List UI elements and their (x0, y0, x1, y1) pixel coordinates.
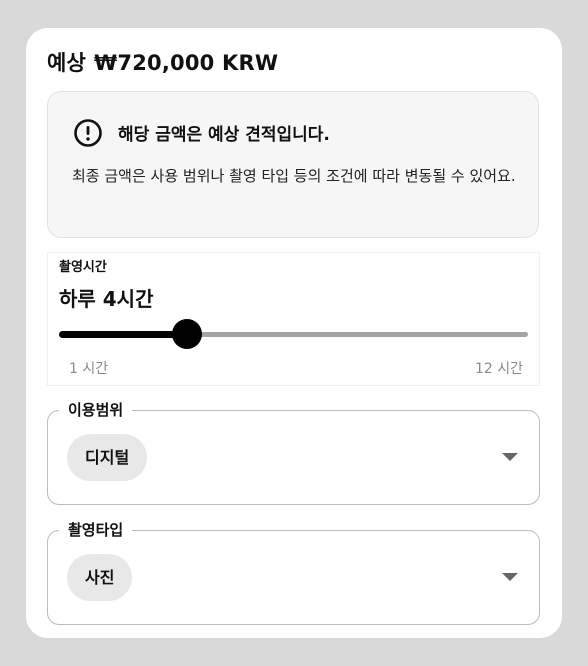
usage-select-legend: 이용범위 (59, 399, 133, 421)
estimate-price: ₩720,000 KRW (94, 51, 279, 75)
shoot-type-select[interactable]: 촬영타입 사진 (47, 519, 540, 625)
usage-select[interactable]: 이용범위 디지털 (47, 399, 540, 505)
exclamation-circle-icon (74, 119, 102, 147)
shoot-type-select-legend: 촬영타입 (59, 519, 133, 541)
slider-fill (59, 331, 187, 338)
caret-down-icon[interactable] (502, 453, 518, 461)
usage-selected-chip[interactable]: 디지털 (67, 434, 148, 481)
shooting-time-panel: 촬영시간 하루 4시간 1 시간 12 시간 (47, 252, 540, 386)
slider-min-label: 1 시간 (69, 361, 109, 377)
estimate-notice: 해당 금액은 예상 견적입니다. 최종 금액은 사용 범위나 촬영 타입 등의 … (47, 91, 539, 238)
slider-thumb[interactable] (172, 319, 202, 349)
estimate-label: 예상 (47, 51, 87, 75)
shooting-time-value: 하루 4시간 (59, 287, 154, 311)
estimate-header: 예상 ₩720,000 KRW (47, 47, 278, 77)
slider-max-label: 12 시간 (474, 361, 523, 377)
shooting-time-label: 촬영시간 (59, 260, 107, 275)
shooting-time-slider[interactable] (59, 319, 528, 349)
notice-title: 해당 금액은 예상 견적입니다. (118, 125, 330, 145)
caret-down-icon[interactable] (502, 573, 518, 581)
shoot-type-selected-chip[interactable]: 사진 (67, 554, 133, 601)
estimate-card: 예상 ₩720,000 KRW 해당 금액은 예상 견적입니다. 최종 금액은 사… (26, 28, 562, 638)
notice-body: 최종 금액은 사용 범위나 촬영 타입 등의 조건에 따라 변동될 수 있어요. (72, 167, 516, 185)
